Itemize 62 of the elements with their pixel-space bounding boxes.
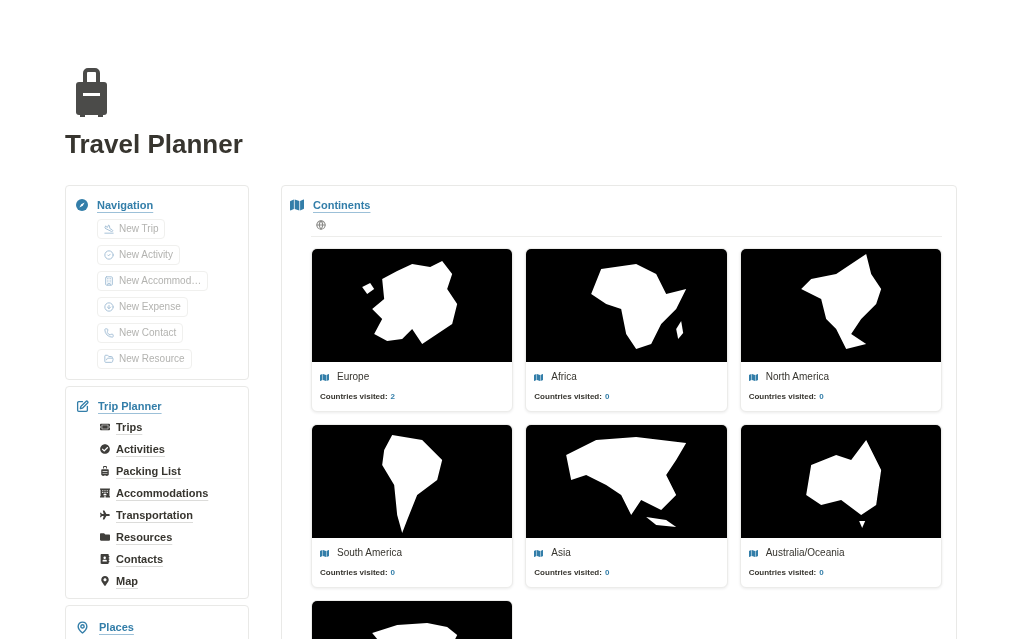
- visited-label: Countries visited:: [320, 567, 388, 579]
- map-pin-icon: [100, 576, 110, 586]
- continent-name: Africa: [551, 370, 577, 384]
- address-book-icon: [100, 554, 110, 564]
- compass-icon: [76, 199, 88, 211]
- continent-card[interactable]: South America Countries visited: 0: [311, 424, 514, 588]
- map-pin-icon: [76, 620, 89, 634]
- ticket-icon: [100, 422, 110, 432]
- page-link[interactable]: Resources: [116, 530, 173, 544]
- folded-map-icon: [320, 372, 329, 382]
- page-link[interactable]: Transportation: [116, 508, 193, 522]
- visited-count[interactable]: 0: [819, 391, 824, 403]
- visited-label: Countries visited:: [748, 391, 817, 403]
- phone-icon: [104, 328, 114, 338]
- building-icon: [104, 276, 114, 286]
- continent-name: Asia: [551, 546, 571, 560]
- page-link[interactable]: Accommodations: [116, 486, 209, 500]
- visited-count[interactable]: 0: [390, 567, 396, 579]
- folder-icon: [100, 532, 110, 542]
- continent-name: South America: [337, 546, 403, 560]
- page-link[interactable]: Map: [116, 574, 138, 588]
- visited-label: Countries visited:: [748, 567, 817, 579]
- luggage-icon: [76, 67, 107, 117]
- arrow-down-circle-icon: [104, 302, 114, 312]
- continent-name: Australia/Oceania: [765, 546, 845, 560]
- continent-name: North America: [765, 370, 829, 384]
- continent-card[interactable]: Australia/Oceania Countries visited: 0: [739, 424, 942, 588]
- continent-card[interactable]: Europe Countries visited: 2: [311, 248, 514, 412]
- folded-map-icon: [748, 548, 758, 558]
- visited-label: Countries visited:: [534, 391, 602, 403]
- page-link[interactable]: Trips: [116, 420, 143, 434]
- folder-icon: [104, 354, 114, 364]
- continent-name: Europe: [337, 370, 370, 384]
- folded-map-icon: [748, 372, 758, 382]
- continent-card[interactable]: Asia Countries visited: 0: [525, 424, 728, 588]
- section-link[interactable]: Continents: [313, 197, 371, 213]
- folded-map-icon: [320, 548, 329, 558]
- continent-card[interactable]: Africa Countries visited: 0: [525, 248, 728, 412]
- visited-count[interactable]: 0: [604, 567, 610, 579]
- section-link[interactable]: Trip Planner: [98, 398, 162, 414]
- suitcase-icon: [100, 466, 110, 476]
- visited-count[interactable]: 0: [819, 567, 824, 579]
- continent-card[interactable]: North America Countries visited: 0: [739, 248, 942, 412]
- page-title: Travel Planner: [65, 128, 243, 160]
- folded-map-icon: [534, 548, 544, 558]
- page-link[interactable]: Contacts: [116, 552, 164, 566]
- hotel-icon: [100, 488, 110, 498]
- visited-label: Countries visited:: [534, 567, 602, 579]
- visited-count[interactable]: 0: [604, 391, 610, 403]
- visited-label: Countries visited:: [320, 391, 388, 403]
- visited-count[interactable]: 2: [390, 391, 396, 403]
- folded-map-icon: [534, 372, 544, 382]
- check-circle-icon: [104, 250, 114, 260]
- edit-icon: [76, 399, 89, 413]
- section-link[interactable]: Places: [99, 619, 134, 635]
- folded-map-icon: [290, 198, 304, 212]
- page-link[interactable]: Activities: [116, 442, 165, 456]
- plane-landing-icon: [104, 224, 114, 234]
- page-link[interactable]: Packing List: [116, 464, 181, 478]
- section-link[interactable]: Navigation: [97, 197, 154, 213]
- globe-icon: [316, 219, 326, 230]
- plane-icon: [100, 510, 110, 520]
